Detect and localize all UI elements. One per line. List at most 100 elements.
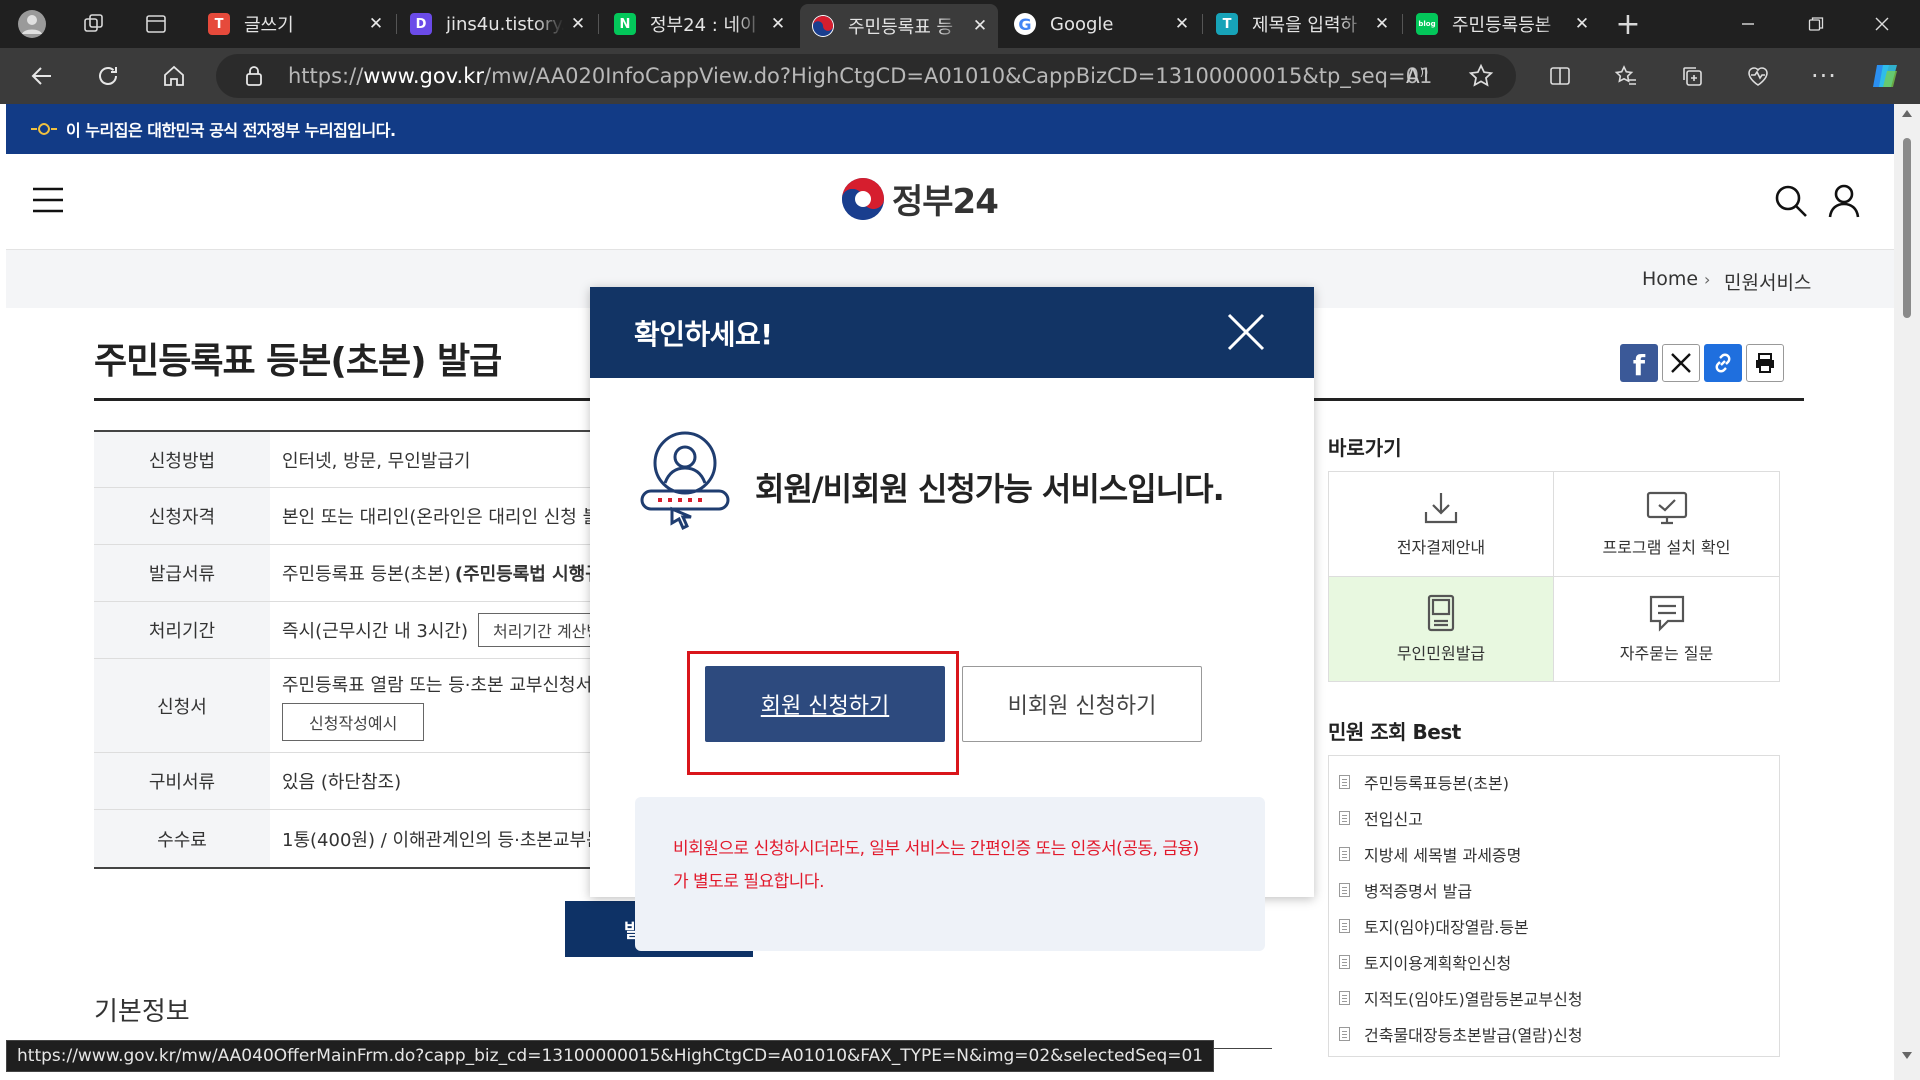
info-label: 구비서류 — [94, 753, 270, 809]
profile-avatar-icon[interactable] — [10, 0, 54, 48]
browser-tab[interactable]: N 정부24 : 네이 ✕ — [602, 6, 796, 42]
more-menu-icon[interactable]: ··· — [1802, 48, 1846, 104]
search-icon[interactable] — [1774, 184, 1808, 218]
tab-close-icon[interactable]: ✕ — [564, 14, 592, 34]
tab-close-icon[interactable]: ✕ — [764, 14, 792, 34]
back-arrow-icon[interactable] — [20, 48, 64, 104]
official-site-banner: 이 누리집은 대한민국 공식 전자정부 누리집입니다. — [6, 104, 1894, 154]
tab-title: Google — [1050, 13, 1114, 35]
workspaces-icon[interactable] — [72, 0, 116, 48]
browser-tab[interactable]: T 제목을 입력하 ✕ — [1204, 6, 1400, 42]
scroll-down-arrow-icon[interactable] — [1902, 1052, 1912, 1059]
government-mark-icon — [30, 122, 58, 136]
list-item-label: 토지이용계획확인신청 — [1364, 954, 1512, 973]
list-item[interactable]: 토지(임야)대장열람.등본 — [1339, 908, 1769, 944]
modal-message: 회원/비회원 신청가능 서비스입니다. — [755, 470, 1225, 508]
page-title: 주민등록표 등본(초본) 발급 — [94, 341, 502, 382]
read-aloud-icon[interactable]: A)) — [1406, 64, 1428, 88]
naver-icon: N — [614, 13, 636, 35]
tab-separator — [1402, 14, 1403, 34]
tab-close-icon[interactable]: ✕ — [1568, 14, 1596, 34]
document-icon — [1339, 811, 1350, 825]
breadcrumb-home[interactable]: Home — [1642, 268, 1698, 290]
info-value-text: 주민등록표 등본(초본) — [282, 564, 451, 585]
list-item[interactable]: 주민등록표등본(초본) — [1339, 764, 1769, 800]
close-window-button[interactable] — [1862, 0, 1902, 48]
browser-toolbar: https://www.gov.kr/mw/AA020InfoCappView.… — [0, 48, 1920, 104]
browser-tab[interactable]: 주민등록표 등 ✕ — [800, 4, 998, 48]
list-item[interactable]: 지방세 세목별 과세증명 — [1339, 836, 1769, 872]
browser-essentials-icon[interactable] — [1736, 48, 1780, 104]
close-icon[interactable] — [1226, 312, 1266, 352]
favorites-icon[interactable] — [1604, 48, 1648, 104]
tab-close-icon[interactable]: ✕ — [362, 14, 390, 34]
list-item[interactable]: 토지이용계획확인신청 — [1339, 944, 1769, 980]
tab-separator — [1202, 14, 1203, 34]
link-copy-icon[interactable] — [1704, 344, 1742, 382]
page-viewport: 이 누리집은 대한민국 공식 전자정부 누리집입니다. 정부24 Home › … — [6, 104, 1894, 1080]
shortcut-kiosk[interactable]: 무인민원발급 — [1329, 576, 1554, 681]
confirm-modal: 확인하세요! 회원/비회원 신청가능 서비스입니다. 회원 신청하기 비회원 신… — [590, 287, 1314, 951]
restore-button[interactable] — [1796, 0, 1836, 48]
google-icon: G — [1014, 13, 1036, 35]
document-icon — [1339, 847, 1350, 861]
tab-close-icon[interactable]: ✕ — [966, 16, 994, 36]
lock-icon[interactable] — [244, 65, 264, 87]
home-icon[interactable] — [152, 48, 196, 104]
document-icon — [1339, 955, 1350, 969]
new-tab-button[interactable]: + — [1608, 0, 1648, 48]
x-twitter-icon[interactable] — [1662, 344, 1700, 382]
tistory-icon: T — [208, 13, 230, 35]
monitor-check-icon — [1645, 490, 1689, 526]
modal-title: 확인하세요! — [634, 318, 773, 351]
browser-tab[interactable]: T 글쓰기 ✕ — [196, 6, 394, 42]
print-icon[interactable] — [1746, 344, 1784, 382]
tab-title: 글쓰기 — [244, 15, 294, 36]
best-services-list: 주민등록표등본(초본) 전입신고 지방세 세목별 과세증명 병적증명서 발급 토… — [1328, 755, 1780, 1057]
shortcut-payment-guide[interactable]: 전자결제안내 — [1329, 472, 1554, 577]
shortcut-faq[interactable]: 자주묻는 질문 — [1554, 577, 1779, 682]
split-screen-icon[interactable] — [1538, 48, 1582, 104]
page-scrollbar[interactable] — [1894, 104, 1920, 1080]
scroll-up-arrow-icon[interactable] — [1902, 110, 1912, 117]
list-item[interactable]: 전입신고 — [1339, 800, 1769, 836]
document-icon — [1339, 775, 1350, 789]
copilot-icon[interactable] — [1864, 48, 1908, 104]
browser-tab[interactable]: G Google ✕ — [1002, 6, 1200, 42]
tab-actions-icon[interactable] — [134, 0, 178, 48]
tab-close-icon[interactable]: ✕ — [1168, 14, 1196, 34]
info-label: 발급서류 — [94, 545, 270, 601]
refresh-icon[interactable] — [86, 48, 130, 104]
user-icon[interactable] — [1828, 184, 1860, 218]
list-item[interactable]: 병적증명서 발급 — [1339, 872, 1769, 908]
scroll-thumb[interactable] — [1903, 138, 1911, 318]
application-example-button[interactable]: 신청작성예시 — [282, 702, 425, 741]
tab-close-icon[interactable]: ✕ — [1368, 14, 1396, 34]
info-label: 신청방법 — [94, 432, 270, 487]
info-value-text: 즉시(근무시간 내 3시간) — [282, 621, 468, 642]
member-apply-button[interactable]: 회원 신청하기 — [705, 666, 945, 742]
shortcut-label: 자주묻는 질문 — [1619, 643, 1714, 663]
browser-tab[interactable]: Djins4u.tistory. ✕ — [398, 6, 596, 42]
shortcut-program-check[interactable]: 프로그램 설치 확인 — [1554, 472, 1779, 577]
list-item-label: 건축물대장등초본발급(열람)신청 — [1364, 1026, 1583, 1045]
document-icon — [1339, 883, 1350, 897]
breadcrumb-current[interactable]: 민원서비스 — [1724, 268, 1811, 295]
hamburger-menu-icon[interactable] — [32, 186, 64, 214]
list-item[interactable]: 지적도(임야도)열람등본교부신청 — [1339, 980, 1769, 1016]
status-bar-url: https://www.gov.kr/mw/AA040OfferMainFrm.… — [6, 1040, 1215, 1072]
list-item-label: 지방세 세목별 과세증명 — [1364, 846, 1522, 865]
url-text: https://www.gov.kr/mw/AA020InfoCappView.… — [288, 64, 1433, 88]
collections-icon[interactable] — [1670, 48, 1714, 104]
facebook-icon[interactable]: f — [1620, 344, 1658, 382]
tab-separator — [598, 14, 599, 34]
minimize-button[interactable] — [1728, 0, 1768, 48]
gov24-logo[interactable]: 정부24 — [840, 174, 999, 223]
list-item[interactable]: 건축물대장등초본발급(열람)신청 — [1339, 1016, 1769, 1052]
browser-tab[interactable]: blog 주민등록등본 ✕ — [1404, 6, 1600, 42]
notice-line: 가 별도로 필요합니다. — [673, 872, 824, 892]
address-bar[interactable]: https://www.gov.kr/mw/AA020InfoCappView.… — [216, 54, 1516, 98]
favorite-star-icon[interactable] — [1468, 63, 1494, 89]
guest-apply-button[interactable]: 비회원 신청하기 — [962, 666, 1202, 742]
info-label: 수수료 — [94, 810, 270, 867]
